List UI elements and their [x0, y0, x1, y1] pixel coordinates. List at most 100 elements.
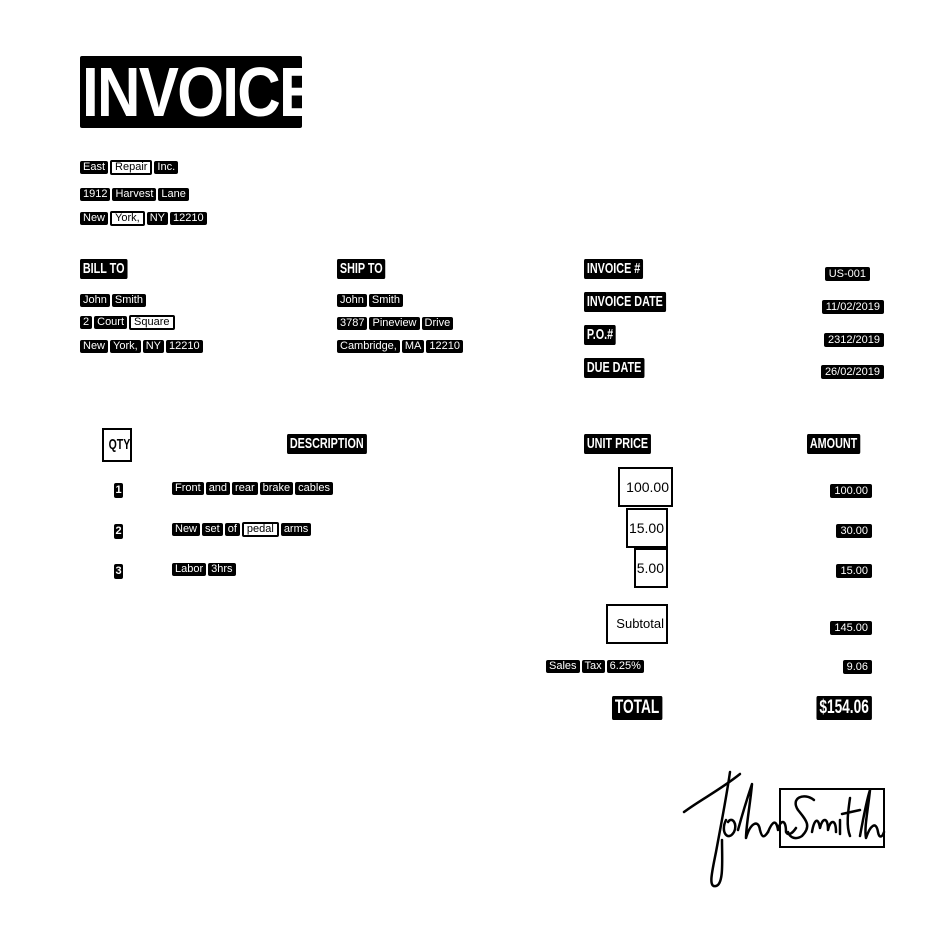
ship-to-street: 3787 Pineview Drive — [337, 315, 455, 333]
company-name-word: Inc. — [154, 161, 179, 175]
due-date-label-wrap: DUE DATE — [584, 358, 668, 378]
bill-to-name: John Smith — [80, 292, 148, 310]
bill-to-name-word: John — [80, 294, 110, 308]
invoice-page: { "title": "INVOICE", "company": { "line… — [0, 0, 932, 925]
ship-to-city: Cambridge, MA 12210 — [337, 338, 465, 356]
description-header: DESCRIPTION — [287, 434, 367, 454]
ship-to-heading: SHIP TO — [337, 259, 386, 279]
sales-tax-wrap: 9.06 — [842, 657, 872, 675]
row-description-word: brake — [259, 482, 294, 496]
row-qty: 2 — [114, 524, 123, 539]
total-label-wrap: TOTAL — [612, 696, 682, 720]
row-description-word: and — [205, 482, 231, 496]
po-label: P.O.# — [584, 325, 616, 345]
company-street-word: Harvest — [112, 188, 157, 202]
company-street: 1912 Harvest Lane — [80, 186, 191, 204]
po-number-wrap: 2312/2019 — [824, 330, 884, 348]
total-value-wrap: $154.06 — [795, 696, 872, 720]
company-street-word: Lane — [158, 188, 189, 202]
company-name-word: Repair — [110, 160, 153, 176]
invoice-date: 11/02/2019 — [821, 300, 884, 314]
company-name-word: East — [80, 161, 109, 175]
ship-to-name-word: John — [337, 294, 367, 308]
company-city: New York, NY 12210 — [80, 210, 209, 228]
due-date-label: DUE DATE — [584, 358, 645, 378]
row-description: New set of pedal arms — [172, 521, 313, 539]
ship-to-name: John Smith — [337, 292, 405, 310]
ship-to-city-word: Cambridge, — [337, 340, 400, 354]
bill-to-city: New York, NY 12210 — [80, 338, 205, 356]
ship-to-section: SHIP TO — [337, 259, 404, 279]
due-date: 26/02/2019 — [820, 365, 884, 379]
row-description-word: New — [172, 523, 201, 537]
company-city-word: New — [80, 212, 109, 226]
unit-price-header: UNIT PRICE — [584, 434, 651, 454]
subtotal-label: Subtotal — [606, 604, 668, 644]
row-amount-wrap: 100.00 — [830, 481, 872, 499]
row-unit-price: 15.00 — [626, 508, 668, 548]
unit-price-header-wrap: UNIT PRICE — [584, 434, 677, 454]
company-city-word: 12210 — [169, 212, 207, 226]
row-description: Labor 3hrs — [172, 561, 238, 579]
signature-stroke — [682, 772, 742, 814]
invoice-title: INVOICE — [82, 53, 319, 131]
invoice-number: US-001 — [824, 267, 870, 281]
ship-to-street-word: Pineview — [369, 317, 420, 331]
row-description-word: Labor — [172, 563, 207, 577]
row-description-word: of — [224, 523, 240, 537]
due-date-wrap: 26/02/2019 — [820, 362, 884, 380]
subtotal-value: 145.00 — [830, 621, 872, 635]
row-qty: 3 — [114, 564, 123, 579]
bill-to-city-word: 12210 — [165, 340, 203, 354]
row-qty: 1 — [114, 483, 123, 498]
row-description-word: Front — [172, 482, 204, 496]
bill-to-heading: BILL TO — [80, 259, 128, 279]
sales-tax-label-word: Tax — [581, 660, 605, 674]
bill-to-name-word: Smith — [111, 294, 146, 308]
row-description: Front and rear brake cables — [172, 480, 335, 498]
subtotal-wrap: 145.00 — [830, 618, 872, 636]
bill-to-city-word: NY — [142, 340, 164, 354]
signature-stroke — [722, 818, 737, 838]
invoice-number-wrap: US-001 — [824, 264, 870, 282]
company-street-word: 1912 — [80, 188, 111, 202]
row-unit-price: 5.00 — [634, 548, 668, 588]
amount-header-wrap: AMOUNT — [807, 434, 881, 454]
ship-to-name-word: Smith — [368, 294, 403, 308]
bill-to-city-word: New — [80, 340, 109, 354]
sales-tax-label-word: Sales — [546, 660, 580, 674]
invoice-number-label-wrap: INVOICE # — [584, 259, 666, 279]
qty-header-text: QTY — [108, 436, 131, 453]
invoice-date-label: INVOICE DATE — [584, 292, 666, 312]
row-amount: 15.00 — [836, 564, 872, 578]
qty-header: QTY — [102, 428, 132, 462]
company-city-word: York, — [110, 211, 145, 227]
invoice-number-label: INVOICE # — [584, 259, 644, 279]
row-description-word: set — [202, 523, 223, 537]
ship-to-city-word: 12210 — [426, 340, 463, 354]
sales-tax-label: Sales Tax 6.25% — [546, 658, 646, 676]
bill-to-street-word: Square — [129, 315, 175, 331]
row-amount: 30.00 — [836, 524, 872, 538]
company-name: East Repair Inc. — [80, 159, 180, 177]
po-label-wrap: P.O.# — [584, 325, 628, 345]
row-amount: 100.00 — [830, 484, 872, 498]
signature-stroke — [736, 782, 770, 840]
description-header-wrap: DESCRIPTION — [287, 434, 398, 454]
ship-to-street-word: 3787 — [337, 317, 368, 331]
amount-header: AMOUNT — [807, 434, 861, 454]
ship-to-city-word: MA — [401, 340, 425, 354]
invoice-date-wrap: 11/02/2019 — [821, 297, 884, 315]
sales-tax-value: 9.06 — [842, 660, 872, 674]
ship-to-street-word: Drive — [421, 317, 454, 331]
signature-surname-box — [779, 788, 885, 848]
row-description-word: pedal — [241, 522, 279, 538]
row-description-word: cables — [295, 482, 333, 496]
row-amount-wrap: 15.00 — [836, 561, 872, 579]
sales-tax-label-word: 6.25% — [606, 660, 644, 674]
table-row: 3 — [114, 561, 123, 579]
table-row: 1 — [114, 480, 123, 498]
bill-to-street: 2 Court Square — [80, 314, 177, 332]
row-description-word: rear — [232, 482, 258, 496]
table-row: 2 — [114, 521, 123, 539]
